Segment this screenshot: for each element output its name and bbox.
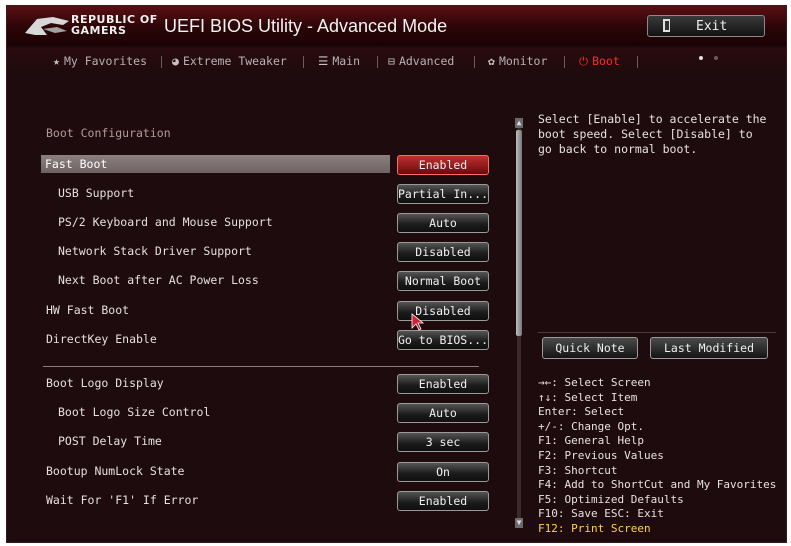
page-dot-active[interactable] bbox=[699, 56, 703, 60]
setting-label: HW Fast Boot bbox=[46, 303, 130, 317]
boot-logo-size-value[interactable]: Auto bbox=[397, 403, 489, 423]
tab-main[interactable]: ☰ Main bbox=[318, 54, 360, 70]
setting-label: Fast Boot bbox=[45, 157, 108, 171]
setting-row-fast-boot[interactable]: Fast Boot bbox=[41, 155, 390, 173]
brand-line-2: GAMERS bbox=[71, 24, 127, 37]
list-icon: ☰ bbox=[318, 54, 329, 68]
bios-window: REPUBLIC OF GAMERS UEFI BIOS Utility - A… bbox=[6, 5, 787, 543]
numlock-value[interactable]: On bbox=[397, 462, 489, 482]
tab-separator bbox=[474, 56, 475, 68]
app-title: UEFI BIOS Utility - Advanced Mode bbox=[164, 16, 448, 36]
quick-note-button[interactable]: Quick Note bbox=[542, 337, 638, 359]
tab-label: Extreme Tweaker bbox=[182, 54, 287, 68]
key-help-line: F4: Add to ShortCut and My Favorites bbox=[538, 478, 777, 492]
scroll-down-icon[interactable]: ▼ bbox=[515, 518, 523, 528]
help-description: Select [Enable] to accelerate the boot s… bbox=[538, 112, 767, 156]
scroll-up-icon[interactable]: ▲ bbox=[515, 118, 523, 128]
tab-separator bbox=[161, 56, 162, 68]
setting-row-network-stack[interactable]: Network Stack Driver Support bbox=[43, 242, 393, 260]
setting-label: USB Support bbox=[58, 186, 135, 200]
post-delay-value[interactable]: 3 sec bbox=[397, 432, 489, 452]
tab-extreme-tweaker[interactable]: ◕ Extreme Tweaker bbox=[172, 54, 287, 70]
setting-row-wait-f1[interactable]: Wait For 'F1' If Error bbox=[43, 491, 393, 509]
exit-button[interactable]: Exit bbox=[647, 15, 765, 37]
setting-label: Bootup NumLock State bbox=[46, 464, 185, 478]
exit-door-icon bbox=[663, 19, 670, 32]
setting-label: Boot Logo Size Control bbox=[58, 405, 211, 419]
key-help-line: F3: Shortcut bbox=[538, 463, 618, 477]
tab-bar: ★ My Favorites ◕ Extreme Tweaker ☰ Main ⊟ Ad… bbox=[7, 48, 786, 74]
key-help-line: F10: Save ESC: Exit bbox=[538, 507, 664, 521]
power-icon: ⏻ bbox=[579, 54, 589, 68]
wait-f1-value[interactable]: Enabled bbox=[397, 491, 489, 511]
boot-logo-display-value[interactable]: Enabled bbox=[397, 374, 489, 394]
setting-row-directkey[interactable]: DirectKey Enable bbox=[43, 330, 393, 348]
tweaker-icon: ◕ bbox=[172, 54, 179, 68]
key-help-line: ↑↓: Select Item bbox=[538, 390, 638, 404]
setting-row-numlock[interactable]: Bootup NumLock State bbox=[43, 462, 393, 480]
setting-label: Wait For 'F1' If Error bbox=[46, 493, 199, 507]
tab-label: Monitor bbox=[498, 54, 548, 68]
setting-label: DirectKey Enable bbox=[46, 332, 157, 346]
brand-text: REPUBLIC OF GAMERS bbox=[71, 14, 158, 36]
tab-label: Boot bbox=[592, 54, 620, 68]
scroll-thumb[interactable] bbox=[516, 130, 522, 336]
setting-label: Network Stack Driver Support bbox=[58, 244, 252, 258]
next-boot-ac-value[interactable]: Normal Boot bbox=[397, 271, 489, 291]
tab-separator bbox=[377, 56, 378, 68]
tab-separator bbox=[637, 56, 638, 68]
key-help-line: F1: General Help bbox=[538, 434, 644, 448]
section-boot-configuration: Boot Configuration bbox=[43, 124, 393, 142]
help-separator bbox=[538, 332, 776, 333]
section-divider bbox=[43, 366, 479, 367]
setting-row-boot-logo-size[interactable]: Boot Logo Size Control bbox=[43, 403, 393, 421]
tab-label: My Favorites bbox=[63, 54, 148, 68]
last-modified-button[interactable]: Last Modified bbox=[650, 337, 768, 359]
key-help-line: F5: Optimized Defaults bbox=[538, 492, 684, 506]
setting-row-boot-logo-display[interactable]: Boot Logo Display bbox=[43, 374, 393, 392]
title-bar: REPUBLIC OF GAMERS UEFI BIOS Utility - A… bbox=[7, 6, 786, 46]
tab-label: Main bbox=[332, 54, 361, 68]
tab-separator bbox=[303, 56, 304, 68]
page-dot[interactable] bbox=[714, 56, 718, 60]
settings-scrollbar[interactable]: ▲ ▼ bbox=[515, 118, 523, 528]
setting-label: Boot Logo Display bbox=[46, 376, 164, 390]
section-title: Boot Configuration bbox=[46, 126, 171, 140]
ps2-support-value[interactable]: Auto bbox=[397, 213, 489, 233]
mouse-cursor-icon bbox=[411, 313, 425, 331]
setting-label: POST Delay Time bbox=[58, 434, 162, 448]
key-help-line: →←: Select Screen bbox=[538, 376, 651, 389]
key-help-list: →←: Select Screen ↑↓: Select Item Enter:… bbox=[538, 376, 778, 537]
setting-row-usb-support[interactable]: USB Support bbox=[43, 184, 393, 202]
key-help-line: +/-: Change Opt. bbox=[538, 419, 644, 433]
directkey-value[interactable]: Go to BIOS... bbox=[397, 330, 489, 350]
tab-separator bbox=[564, 56, 565, 68]
key-help-line: F2: Previous Values bbox=[538, 448, 664, 462]
tab-advanced[interactable]: ⊟ Advanced bbox=[388, 54, 454, 70]
tab-label: Advanced bbox=[398, 54, 455, 68]
tab-monitor[interactable]: ✿ Monitor bbox=[488, 54, 547, 70]
key-help-print-screen: F12: Print Screen bbox=[538, 521, 651, 535]
setting-label: Next Boot after AC Power Loss bbox=[58, 273, 259, 287]
advanced-icon: ⊟ bbox=[388, 54, 395, 68]
key-help-line: Enter: Select bbox=[538, 405, 625, 419]
tab-boot[interactable]: ⏻ Boot bbox=[579, 54, 620, 70]
tab-my-favorites[interactable]: ★ My Favorites bbox=[53, 54, 147, 70]
star-icon: ★ bbox=[53, 54, 60, 68]
setting-label: PS/2 Keyboard and Mouse Support bbox=[58, 215, 273, 229]
fast-boot-value[interactable]: Enabled bbox=[397, 155, 489, 175]
setting-row-ps2-support[interactable]: PS/2 Keyboard and Mouse Support bbox=[43, 213, 393, 231]
setting-row-post-delay[interactable]: POST Delay Time bbox=[43, 432, 393, 450]
setting-row-hw-fast-boot[interactable]: HW Fast Boot bbox=[43, 301, 393, 319]
setting-row-next-boot-ac[interactable]: Next Boot after AC Power Loss bbox=[43, 271, 393, 289]
usb-support-value[interactable]: Partial In... bbox=[397, 184, 489, 204]
monitor-icon: ✿ bbox=[488, 54, 495, 68]
exit-label: Exit bbox=[696, 19, 728, 34]
network-stack-value[interactable]: Disabled bbox=[397, 242, 489, 262]
